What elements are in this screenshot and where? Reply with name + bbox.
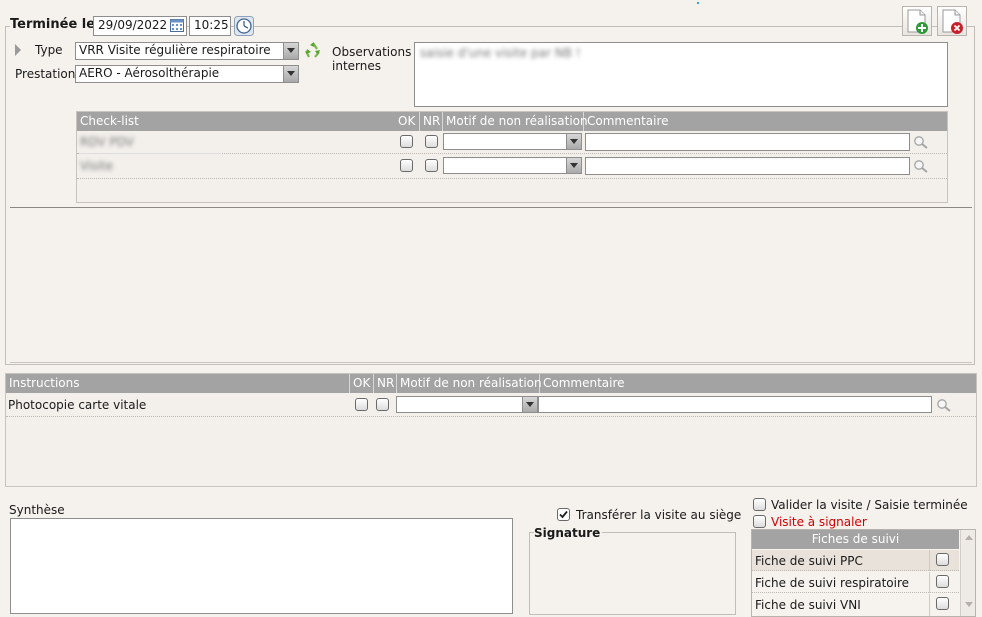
chevron-down-icon[interactable] bbox=[522, 397, 537, 412]
time-field[interactable]: 10:25 bbox=[189, 16, 231, 36]
fiche-checkbox[interactable] bbox=[936, 597, 949, 610]
delete-document-button[interactable] bbox=[937, 6, 967, 36]
checklist-grid: Check-list OK NR Motif de non réalisatio… bbox=[76, 111, 948, 203]
observations-label-line1: Observations bbox=[332, 45, 412, 59]
fiche-checkbox[interactable] bbox=[936, 553, 949, 566]
checklist-col-motif: Motif de non réalisation bbox=[443, 112, 588, 131]
expand-arrow-icon[interactable] bbox=[15, 44, 21, 56]
type-select[interactable]: VRR Visite régulière respiratoire bbox=[75, 42, 299, 60]
checklist-col-label: Check-list bbox=[80, 114, 139, 128]
add-document-button[interactable] bbox=[902, 6, 932, 36]
observations-label: Observations internes bbox=[332, 45, 411, 73]
fiche-label: Fiche de suivi VNI bbox=[755, 598, 861, 612]
instructions-row-label: Photocopie carte vitale bbox=[8, 398, 147, 412]
signaler-label: Visite à signaler bbox=[771, 515, 867, 529]
table-row: Visite bbox=[77, 155, 947, 179]
checklist-row-label: RDV PDV bbox=[80, 135, 134, 149]
synthese-label: Synthèse bbox=[9, 503, 65, 517]
observations-textarea[interactable]: saisie d'une visite par NB ! bbox=[414, 42, 948, 107]
motif-select[interactable] bbox=[396, 396, 538, 413]
instructions-col-ok: OK bbox=[350, 374, 374, 393]
ok-checkbox[interactable] bbox=[400, 159, 413, 172]
row-underline bbox=[79, 153, 221, 154]
time-value: 10:25 bbox=[194, 18, 229, 32]
commentaire-input[interactable] bbox=[585, 157, 910, 175]
fiches-scrollbar[interactable] bbox=[960, 530, 975, 616]
checklist-row-label: Visite bbox=[80, 159, 113, 173]
magnifier-icon[interactable] bbox=[913, 135, 929, 152]
list-item[interactable]: Fiche de suivi VNI bbox=[752, 594, 959, 616]
ok-checkbox[interactable] bbox=[355, 398, 368, 411]
motif-select[interactable] bbox=[443, 157, 582, 174]
instructions-col-nr: NR bbox=[374, 374, 397, 393]
date-value: 29/09/2022 bbox=[98, 18, 168, 32]
transfer-checkbox[interactable] bbox=[557, 508, 570, 521]
scroll-up-icon[interactable] bbox=[965, 535, 973, 540]
table-row: RDV PDV bbox=[77, 131, 947, 154]
divider bbox=[10, 207, 972, 208]
recycle-icon[interactable] bbox=[304, 41, 322, 59]
fiche-label: Fiche de suivi PPC bbox=[755, 554, 863, 568]
instructions-col-motif: Motif de non réalisation bbox=[397, 374, 542, 393]
nr-checkbox[interactable] bbox=[376, 398, 389, 411]
chevron-down-icon[interactable] bbox=[283, 43, 298, 59]
column-divider bbox=[929, 594, 930, 616]
table-row: Photocopie carte vitale bbox=[6, 393, 976, 417]
checklist-col-ok: OK bbox=[395, 112, 420, 131]
observations-value: saisie d'une visite par NB ! bbox=[420, 46, 581, 60]
checklist-col-commentaire: Commentaire bbox=[587, 114, 669, 128]
fiches-header: Fiches de suivi bbox=[752, 530, 959, 549]
instructions-grid: Instructions OK NR Motif de non réalisat… bbox=[5, 373, 977, 487]
fiche-checkbox[interactable] bbox=[936, 575, 949, 588]
column-divider bbox=[929, 550, 930, 571]
magnifier-icon[interactable] bbox=[913, 159, 929, 176]
instructions-col-label: Instructions bbox=[6, 374, 350, 393]
motif-select[interactable] bbox=[443, 133, 582, 150]
transfer-label: Transférer la visite au siège bbox=[576, 508, 742, 522]
status-label: Terminée le bbox=[10, 17, 100, 32]
column-divider bbox=[929, 572, 930, 593]
observations-label-line2: internes bbox=[332, 59, 381, 73]
chevron-down-icon[interactable] bbox=[283, 66, 298, 82]
valider-checkbox[interactable] bbox=[753, 498, 766, 511]
chevron-down-icon[interactable] bbox=[566, 158, 581, 173]
list-item[interactable]: Fiche de suivi PPC bbox=[752, 550, 959, 571]
fiche-label: Fiche de suivi respiratoire bbox=[755, 576, 909, 590]
chevron-down-icon[interactable] bbox=[566, 134, 581, 149]
instructions-col-commentaire: Commentaire bbox=[543, 376, 625, 390]
instructions-header: Instructions OK NR Motif de non réalisat… bbox=[6, 374, 976, 393]
calendar-icon[interactable] bbox=[170, 18, 184, 32]
clock-icon[interactable] bbox=[234, 16, 254, 36]
type-value: VRR Visite régulière respiratoire bbox=[79, 43, 271, 57]
checklist-col-nr: NR bbox=[420, 112, 443, 131]
signature-label: Signature bbox=[534, 526, 603, 540]
ok-checkbox[interactable] bbox=[400, 135, 413, 148]
decorative-dot bbox=[697, 2, 699, 4]
list-item[interactable]: Fiche de suivi respiratoire bbox=[752, 572, 959, 593]
delete-document-icon bbox=[942, 9, 963, 34]
synthese-textarea[interactable] bbox=[10, 518, 513, 614]
magnifier-icon[interactable] bbox=[936, 398, 952, 415]
signature-box[interactable] bbox=[529, 532, 736, 615]
fiches-header-label: Fiches de suivi bbox=[811, 532, 900, 546]
add-document-icon bbox=[907, 9, 928, 34]
signaler-checkbox[interactable] bbox=[753, 515, 766, 528]
valider-label: Valider la visite / Saisie terminée bbox=[771, 498, 968, 512]
prestation-value: AERO - Aérosolthérapie bbox=[79, 66, 220, 80]
nr-checkbox[interactable] bbox=[425, 135, 438, 148]
prestation-label: Prestation bbox=[15, 67, 76, 81]
prestation-select[interactable]: AERO - Aérosolthérapie bbox=[75, 65, 299, 83]
scroll-down-icon[interactable] bbox=[965, 602, 973, 607]
checklist-header: Check-list OK NR Motif de non réalisatio… bbox=[77, 112, 947, 131]
nr-checkbox[interactable] bbox=[425, 159, 438, 172]
commentaire-input[interactable] bbox=[585, 133, 910, 151]
divider bbox=[10, 362, 972, 363]
type-label: Type bbox=[35, 43, 63, 57]
fiches-list: Fiches de suivi Fiche de suivi PPC Fiche… bbox=[751, 529, 976, 617]
commentaire-input[interactable] bbox=[538, 396, 932, 413]
